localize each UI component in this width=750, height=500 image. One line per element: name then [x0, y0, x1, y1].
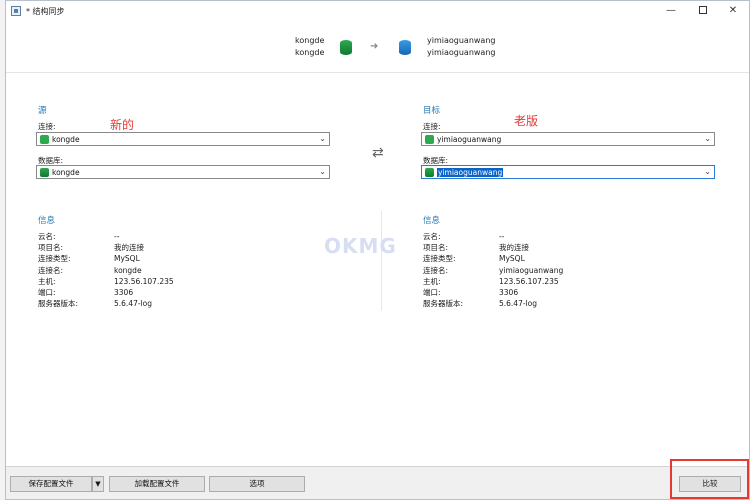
header-source-connection: kongde — [295, 36, 325, 45]
app-icon — [11, 6, 21, 16]
info-row: 主机: 123.56.107.235 — [38, 276, 318, 287]
info-row: 云名: -- — [38, 231, 318, 242]
source-connection-value: kongde — [52, 135, 80, 144]
source-info-list: 云名: -- 项目名: 我的连接连接类型: MySQL 连接名: kongde 主机: 123.… — [38, 231, 338, 311]
info-row: 服务器版本: 5.6.47-log — [423, 298, 703, 309]
structure-sync-window: * 结构同步 — ✕ kongde kongde ➜ yimiaoguanwan… — [5, 0, 750, 500]
info-key: 连接名: — [38, 265, 64, 275]
header-source-database: kongde — [295, 48, 325, 57]
info-row: 服务器版本: 5.6.47-log — [38, 298, 318, 309]
target-database-select[interactable]: yimiaoguanwang ⌄ — [421, 165, 715, 179]
info-key: 端口: — [423, 288, 441, 297]
info-value: MySQL — [114, 254, 140, 264]
target-info-list: 云名: -- 项目名: 我的连接连接类型: MySQL 连接名: yimiaoguanwan… — [423, 231, 723, 311]
info-value: 123.56.107.235 — [114, 276, 174, 286]
header-target-database: yimiaoguanwang — [427, 48, 496, 57]
info-value: 3306 — [499, 288, 519, 297]
target-annotation: 老版 — [514, 114, 539, 128]
connection-icon — [40, 135, 49, 144]
info-row: 端口: 3306 — [38, 287, 318, 298]
info-key: 云名: — [38, 232, 56, 241]
chevron-down-icon: ⌄ — [319, 167, 326, 176]
caret-down-icon: ▼ — [95, 480, 101, 488]
source-connection-select[interactable]: kongde ⌄ — [36, 132, 330, 146]
window-title: * 结构同步 — [26, 7, 65, 16]
info-key: 项目名: — [38, 243, 64, 253]
swap-icon[interactable]: ⇄ — [372, 145, 384, 161]
info-value: -- — [499, 232, 505, 241]
info-row: 项目名: 我的连接 — [38, 242, 318, 253]
arrow-right-icon: ➜ — [370, 41, 379, 52]
source-database-select[interactable]: kongde ⌄ — [36, 165, 330, 179]
info-value: 3306 — [114, 288, 134, 297]
chevron-down-icon: ⌄ — [704, 134, 711, 143]
info-value: kongde — [114, 265, 142, 275]
panel-divider — [381, 211, 382, 311]
info-row: 端口: 3306 — [423, 287, 703, 298]
info-key: 服务器版本: — [38, 299, 79, 309]
info-key: 服务器版本: — [423, 299, 464, 309]
target-section-title: 目标 — [423, 106, 441, 116]
save-config-button[interactable]: 保存配置文件 — [10, 476, 92, 492]
info-row: 云名: -- — [423, 231, 703, 242]
target-connection-label: 连接: — [423, 122, 441, 131]
options-button[interactable]: 选项 — [209, 476, 305, 492]
save-config-dropdown[interactable]: ▼ — [92, 476, 104, 492]
highlight-box — [670, 459, 749, 499]
target-info-title: 信息 — [423, 216, 441, 226]
title-bar: * 结构同步 — ✕ — [6, 1, 749, 21]
info-row: 连接类型: MySQL — [423, 253, 703, 264]
source-connection-label: 连接: — [38, 122, 56, 131]
info-value: 我的连接 — [114, 243, 144, 253]
info-key: 主机: — [38, 276, 56, 286]
source-info-title: 信息 — [38, 216, 56, 226]
chevron-down-icon: ⌄ — [319, 134, 326, 143]
info-key: 云名: — [423, 232, 441, 241]
header-target-connection: yimiaoguanwang — [427, 36, 496, 45]
database-icon — [425, 168, 434, 177]
info-value: 我的连接 — [499, 243, 529, 253]
chevron-down-icon: ⌄ — [704, 167, 711, 176]
info-key: 连接名: — [423, 265, 449, 275]
info-row: 连接名: kongde — [38, 265, 318, 276]
target-database-value: yimiaoguanwang — [437, 168, 504, 177]
target-connection-select[interactable]: yimiaoguanwang ⌄ — [421, 132, 715, 146]
maximize-button[interactable] — [688, 3, 718, 19]
info-value: 123.56.107.235 — [499, 276, 559, 286]
target-database-icon — [399, 40, 411, 55]
info-key: 端口: — [38, 288, 56, 297]
info-row: 项目名: 我的连接 — [423, 242, 703, 253]
source-database-value: kongde — [52, 168, 80, 177]
minimize-button[interactable]: — — [656, 3, 686, 19]
info-row: 连接类型: MySQL — [38, 253, 318, 264]
load-config-button[interactable]: 加载配置文件 — [109, 476, 205, 492]
info-value: -- — [114, 232, 120, 241]
source-annotation: 新的 — [110, 118, 135, 132]
connection-icon — [425, 135, 434, 144]
info-value: 5.6.47-log — [114, 299, 152, 309]
info-value: yimiaoguanwang — [499, 265, 564, 275]
database-icon — [40, 168, 49, 177]
info-key: 主机: — [423, 276, 441, 286]
watermark: OKMG — [324, 234, 397, 258]
close-button[interactable]: ✕ — [718, 3, 748, 19]
info-key: 连接类型: — [38, 254, 71, 264]
target-connection-value: yimiaoguanwang — [437, 135, 502, 144]
source-section-title: 源 — [38, 106, 47, 116]
bottom-toolbar: 保存配置文件 ▼ 加载配置文件 选项 比较 — [6, 466, 749, 499]
info-value: 5.6.47-log — [499, 299, 537, 309]
info-row: 连接名: yimiaoguanwang — [423, 265, 703, 276]
info-row: 主机: 123.56.107.235 — [423, 276, 703, 287]
connection-summary-header: kongde kongde ➜ yimiaoguanwang yimiaogua… — [6, 23, 749, 73]
info-key: 项目名: — [423, 243, 449, 253]
info-key: 连接类型: — [423, 254, 456, 264]
maximize-icon — [699, 6, 707, 14]
info-value: MySQL — [499, 254, 525, 264]
source-database-icon — [340, 40, 352, 55]
